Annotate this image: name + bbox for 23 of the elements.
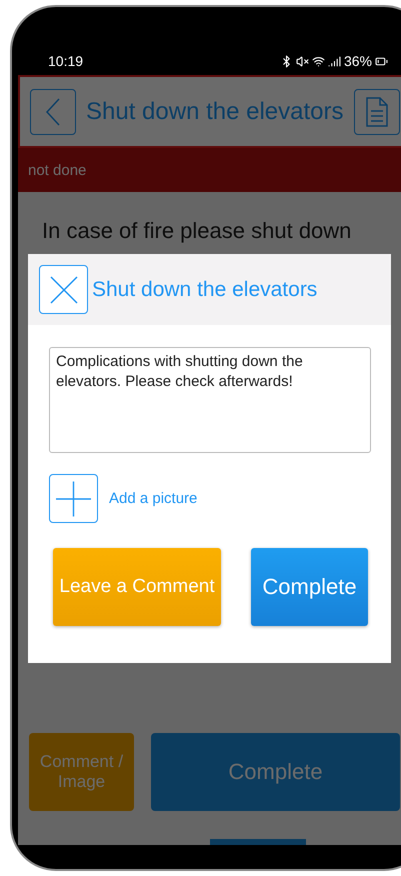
battery-percent: 36%: [344, 53, 372, 69]
close-icon: [48, 274, 78, 304]
complete-button[interactable]: Complete: [151, 733, 400, 811]
battery-icon: [375, 54, 388, 68]
close-button[interactable]: [39, 265, 88, 314]
mute-icon: [296, 54, 309, 68]
leave-comment-button[interactable]: Leave a Comment: [53, 548, 221, 626]
comment-image-button[interactable]: Comment / Image: [29, 733, 134, 811]
back-button[interactable]: [30, 88, 76, 134]
task-description: In case of fire please shut down: [42, 218, 352, 244]
add-picture-link[interactable]: Add a picture: [109, 490, 198, 507]
status-banner: not done: [18, 148, 401, 192]
plus-icon: [56, 480, 91, 518]
document-button[interactable]: [354, 88, 400, 134]
document-icon: [364, 96, 388, 128]
comment-field[interactable]: Complications with shutting down the elevators. Please check afterwards!: [49, 347, 371, 453]
signal-icon: [328, 54, 341, 68]
add-picture-button[interactable]: [49, 474, 98, 523]
header-title: Shut down the elevators: [86, 98, 344, 126]
complete-button[interactable]: Complete: [251, 548, 368, 626]
wifi-icon: [312, 54, 325, 68]
dialog-title: Shut down the elevators: [92, 278, 318, 302]
status-time: 10:19: [48, 53, 84, 69]
